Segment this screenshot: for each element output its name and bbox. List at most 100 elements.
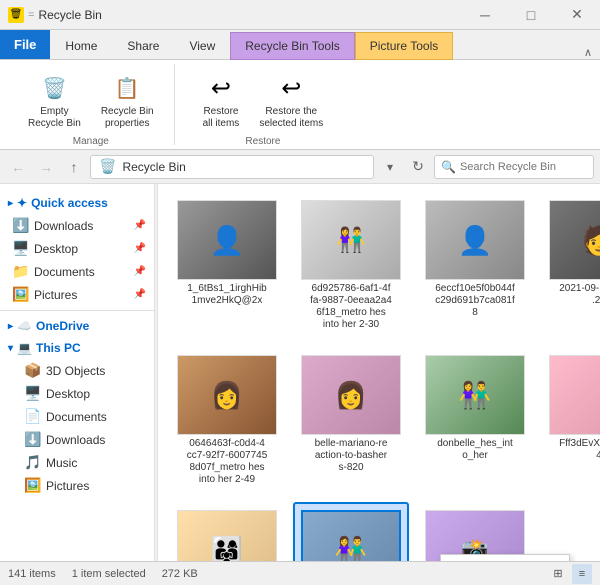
desktop-pc-label: Desktop bbox=[46, 387, 146, 401]
quick-access-header[interactable]: ▸ ✦ Quick access bbox=[0, 192, 154, 214]
sidebar-item-downloads[interactable]: ⬇️ Downloads 📌 bbox=[0, 214, 154, 237]
context-menu: Restore Cut Delete Properties bbox=[440, 554, 570, 561]
tab-file[interactable]: File bbox=[0, 30, 50, 59]
desktop-pc-icon: 🖥️ bbox=[24, 385, 40, 402]
file-item-11[interactable]: 📸 TeamGalaxy-DonBelle-brings-awesome-to-… bbox=[417, 502, 533, 561]
sidebar-item-music[interactable]: 🎵 Music bbox=[0, 451, 154, 474]
title-bar: 🗑 = Recycle Bin ─ □ ✕ bbox=[0, 0, 600, 30]
file-label-4: 2021-09-14-15.56.22 bbox=[559, 283, 600, 307]
file-thumb-10: 👫 bbox=[301, 510, 401, 561]
quick-access-star-icon: ✦ bbox=[17, 196, 27, 210]
tab-picture-tools[interactable]: Picture Tools bbox=[355, 32, 453, 60]
tab-view[interactable]: View bbox=[174, 32, 230, 59]
empty-recycle-bin-button[interactable]: 🗑️ EmptyRecycle Bin bbox=[20, 68, 89, 134]
pictures-pc-icon: 🖼️ bbox=[24, 477, 40, 494]
quick-access-expand-icon: ▸ bbox=[8, 198, 13, 209]
documents-label: Documents bbox=[34, 265, 128, 279]
sidebar-item-documents[interactable]: 📁 Documents 📌 bbox=[0, 260, 154, 283]
tab-home[interactable]: Home bbox=[50, 32, 112, 59]
file-item-4[interactable]: 🧑 2021-09-14-15.56.22 bbox=[541, 192, 600, 339]
sidebar-item-desktop[interactable]: 🖥️ Desktop 📌 bbox=[0, 237, 154, 260]
sidebar-item-pictures[interactable]: 🖼️ Pictures 📌 bbox=[0, 283, 154, 306]
status-selected: 1 item selected bbox=[72, 568, 146, 580]
status-item-count: 141 items bbox=[8, 568, 56, 580]
view-grid-button[interactable]: ⊞ bbox=[548, 564, 568, 584]
file-item-5[interactable]: 👩 0646463f-c0d4-4cc7-92f7-60077458d07f_m… bbox=[169, 347, 285, 494]
file-item-10[interactable]: 👫 metro-do...donny-pa...n-belle-mi...hes… bbox=[293, 502, 409, 561]
file-thumb-1: 👤 bbox=[177, 200, 277, 280]
sidebar-item-desktop-pc[interactable]: 🖥️ Desktop bbox=[0, 382, 154, 405]
file-content: 👤 1_6tBs1_1irghHib1mve2HkQ@2x 👫 6d925786… bbox=[155, 184, 600, 561]
pictures-pc-label: Pictures bbox=[46, 479, 146, 493]
minimize-button[interactable]: ─ bbox=[462, 0, 508, 30]
downloads-label: Downloads bbox=[34, 219, 128, 233]
file-item-6[interactable]: 👩 belle-mariano-reaction-to-bashers-820 bbox=[293, 347, 409, 494]
recycle-bin-properties-button[interactable]: 📋 Recycle Binproperties bbox=[93, 68, 162, 134]
file-item-8[interactable]: Fff3dEvXgAE5QV4 bbox=[541, 347, 600, 494]
pictures-pin-icon: 📌 bbox=[134, 289, 146, 300]
file-label-3: 6eccf10e5f0b044fc29d691b7ca081f8 bbox=[435, 283, 515, 319]
search-input[interactable] bbox=[460, 161, 587, 173]
onedrive-section[interactable]: ▸ ☁️ OneDrive bbox=[0, 315, 154, 337]
properties-icon: 📋 bbox=[111, 72, 143, 104]
main-area: ▸ ✦ Quick access ⬇️ Downloads 📌 🖥️ Deskt… bbox=[0, 184, 600, 561]
documents-icon: 📁 bbox=[12, 263, 28, 280]
restore-group-label: Restore bbox=[245, 136, 280, 147]
search-icon: 🔍 bbox=[441, 160, 456, 174]
pictures-icon: 🖼️ bbox=[12, 286, 28, 303]
tab-share[interactable]: Share bbox=[112, 32, 174, 59]
properties-label: Recycle Binproperties bbox=[101, 106, 154, 130]
ribbon-expand-area: ∧ bbox=[453, 46, 600, 59]
downloads-pin-icon: 📌 bbox=[134, 220, 146, 231]
sidebar-divider-1 bbox=[0, 310, 154, 311]
downloads-pc-label: Downloads bbox=[46, 433, 146, 447]
empty-recycle-label: EmptyRecycle Bin bbox=[28, 106, 81, 130]
address-icon: 🗑️ bbox=[99, 158, 116, 175]
refresh-button[interactable]: ↻ bbox=[406, 155, 430, 179]
forward-button[interactable]: → bbox=[34, 155, 58, 179]
manage-buttons: 🗑️ EmptyRecycle Bin 📋 Recycle Binpropert… bbox=[20, 68, 162, 134]
sidebar-item-pictures-pc[interactable]: 🖼️ Pictures bbox=[0, 474, 154, 497]
restore-selected-button[interactable]: ↩ Restore theselected items bbox=[251, 68, 331, 134]
sidebar-item-downloads-pc[interactable]: ⬇️ Downloads bbox=[0, 428, 154, 451]
file-thumb-3: 👤 bbox=[425, 200, 525, 280]
file-thumb-8 bbox=[549, 355, 600, 435]
scroll-indicator bbox=[155, 184, 158, 561]
thispc-icon: 💻 bbox=[17, 341, 32, 355]
music-label: Music bbox=[46, 456, 146, 470]
sidebar-item-3d-objects[interactable]: 📦 3D Objects bbox=[0, 359, 154, 382]
empty-recycle-icon: 🗑️ bbox=[38, 72, 70, 104]
file-item-9[interactable]: 👨‍👩‍👧 FfI5ynnaEAAVG3N bbox=[169, 502, 285, 561]
file-label-8: Fff3dEvXgAE5QV4 bbox=[559, 438, 600, 462]
downloads-pc-icon: ⬇️ bbox=[24, 431, 40, 448]
tab-recycle-bin-tools[interactable]: Recycle Bin Tools bbox=[230, 32, 355, 60]
thispc-section[interactable]: ▾ 💻 This PC bbox=[0, 337, 154, 359]
file-item-7[interactable]: 👫 donbelle_hes_into_her bbox=[417, 347, 533, 494]
close-button[interactable]: ✕ bbox=[554, 0, 600, 30]
file-item-1[interactable]: 👤 1_6tBs1_1irghHib1mve2HkQ@2x bbox=[169, 192, 285, 339]
title-bar-left: 🗑 = Recycle Bin bbox=[0, 7, 462, 23]
sidebar-item-documents-pc[interactable]: 📄 Documents bbox=[0, 405, 154, 428]
restore-buttons: ↩ Restoreall items ↩ Restore theselected… bbox=[195, 68, 332, 134]
file-thumb-5: 👩 bbox=[177, 355, 277, 435]
address-dropdown[interactable]: ▾ bbox=[378, 155, 402, 179]
chevron-up-icon[interactable]: ∧ bbox=[584, 46, 592, 59]
back-button[interactable]: ← bbox=[6, 155, 30, 179]
desktop-pin-icon: 📌 bbox=[134, 243, 146, 254]
search-box[interactable]: 🔍 bbox=[434, 155, 594, 179]
ribbon-content: 🗑️ EmptyRecycle Bin 📋 Recycle Binpropert… bbox=[0, 60, 600, 150]
address-bar: ← → ↑ 🗑️ Recycle Bin ▾ ↻ 🔍 bbox=[0, 150, 600, 184]
thispc-expand-icon: ▾ bbox=[8, 343, 13, 354]
up-button[interactable]: ↑ bbox=[62, 155, 86, 179]
restore-all-button[interactable]: ↩ Restoreall items bbox=[195, 68, 248, 134]
file-item-2[interactable]: 👫 6d925786-6af1-4ffa-9887-0eeaa2a46f18_m… bbox=[293, 192, 409, 339]
onedrive-icon: ☁️ bbox=[17, 319, 32, 333]
address-box[interactable]: 🗑️ Recycle Bin bbox=[90, 155, 374, 179]
onedrive-expand-icon: ▸ bbox=[8, 321, 13, 332]
maximize-button[interactable]: □ bbox=[508, 0, 554, 30]
ribbon-tab-bar: File Home Share View Recycle Bin Tools P… bbox=[0, 30, 600, 60]
onedrive-label: OneDrive bbox=[36, 319, 89, 333]
view-list-button[interactable]: ≡ bbox=[572, 564, 592, 584]
pictures-label: Pictures bbox=[34, 288, 128, 302]
file-item-3[interactable]: 👤 6eccf10e5f0b044fc29d691b7ca081f8 bbox=[417, 192, 533, 339]
